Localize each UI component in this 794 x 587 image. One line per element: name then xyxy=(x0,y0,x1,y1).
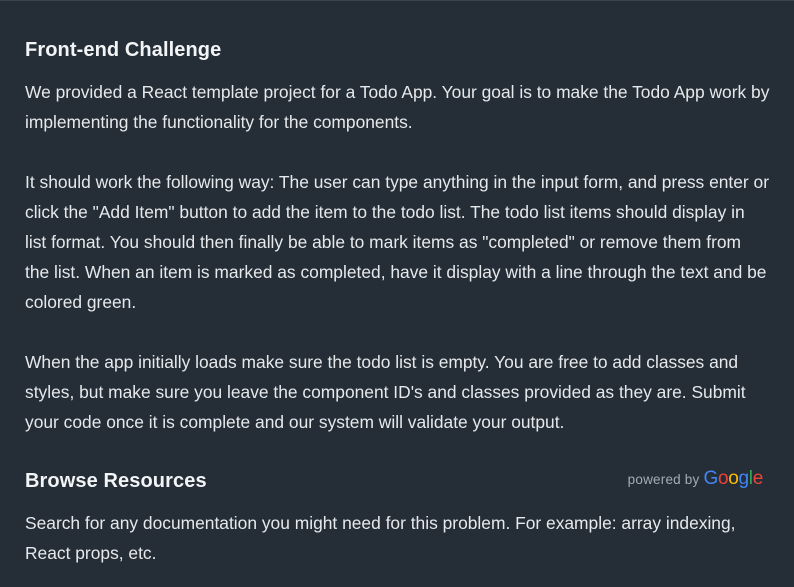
challenge-paragraph-instructions: It should work the following way: The us… xyxy=(25,172,770,312)
challenge-title: Front-end Challenge xyxy=(25,39,222,61)
challenge-panel: Front-end Challenge We provided a React … xyxy=(0,0,794,587)
browse-resources-title: Browse Resources xyxy=(25,470,207,492)
google-logo-icon: Google xyxy=(703,468,763,489)
powered-by-label: powered by xyxy=(627,472,700,487)
browse-resources-description: Search for any documentation you might n… xyxy=(25,513,736,563)
powered-by-google: powered by Google xyxy=(627,468,764,490)
challenge-paragraph-intro: We provided a React template project for… xyxy=(25,82,770,132)
challenge-paragraph-requirements: When the app initially loads make sure t… xyxy=(25,352,746,432)
